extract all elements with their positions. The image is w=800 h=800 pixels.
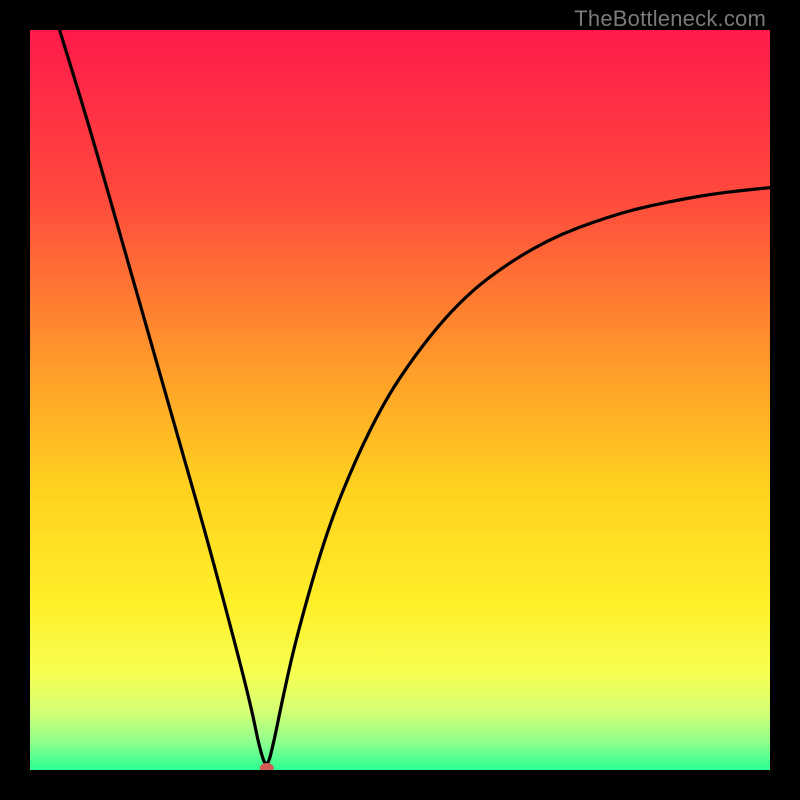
- minimum-marker: [260, 763, 274, 770]
- bottleneck-curve: [60, 30, 770, 764]
- curve-layer: [30, 30, 770, 770]
- plot-area: [30, 30, 770, 770]
- chart-frame: TheBottleneck.com: [0, 0, 800, 800]
- watermark-text: TheBottleneck.com: [574, 6, 766, 32]
